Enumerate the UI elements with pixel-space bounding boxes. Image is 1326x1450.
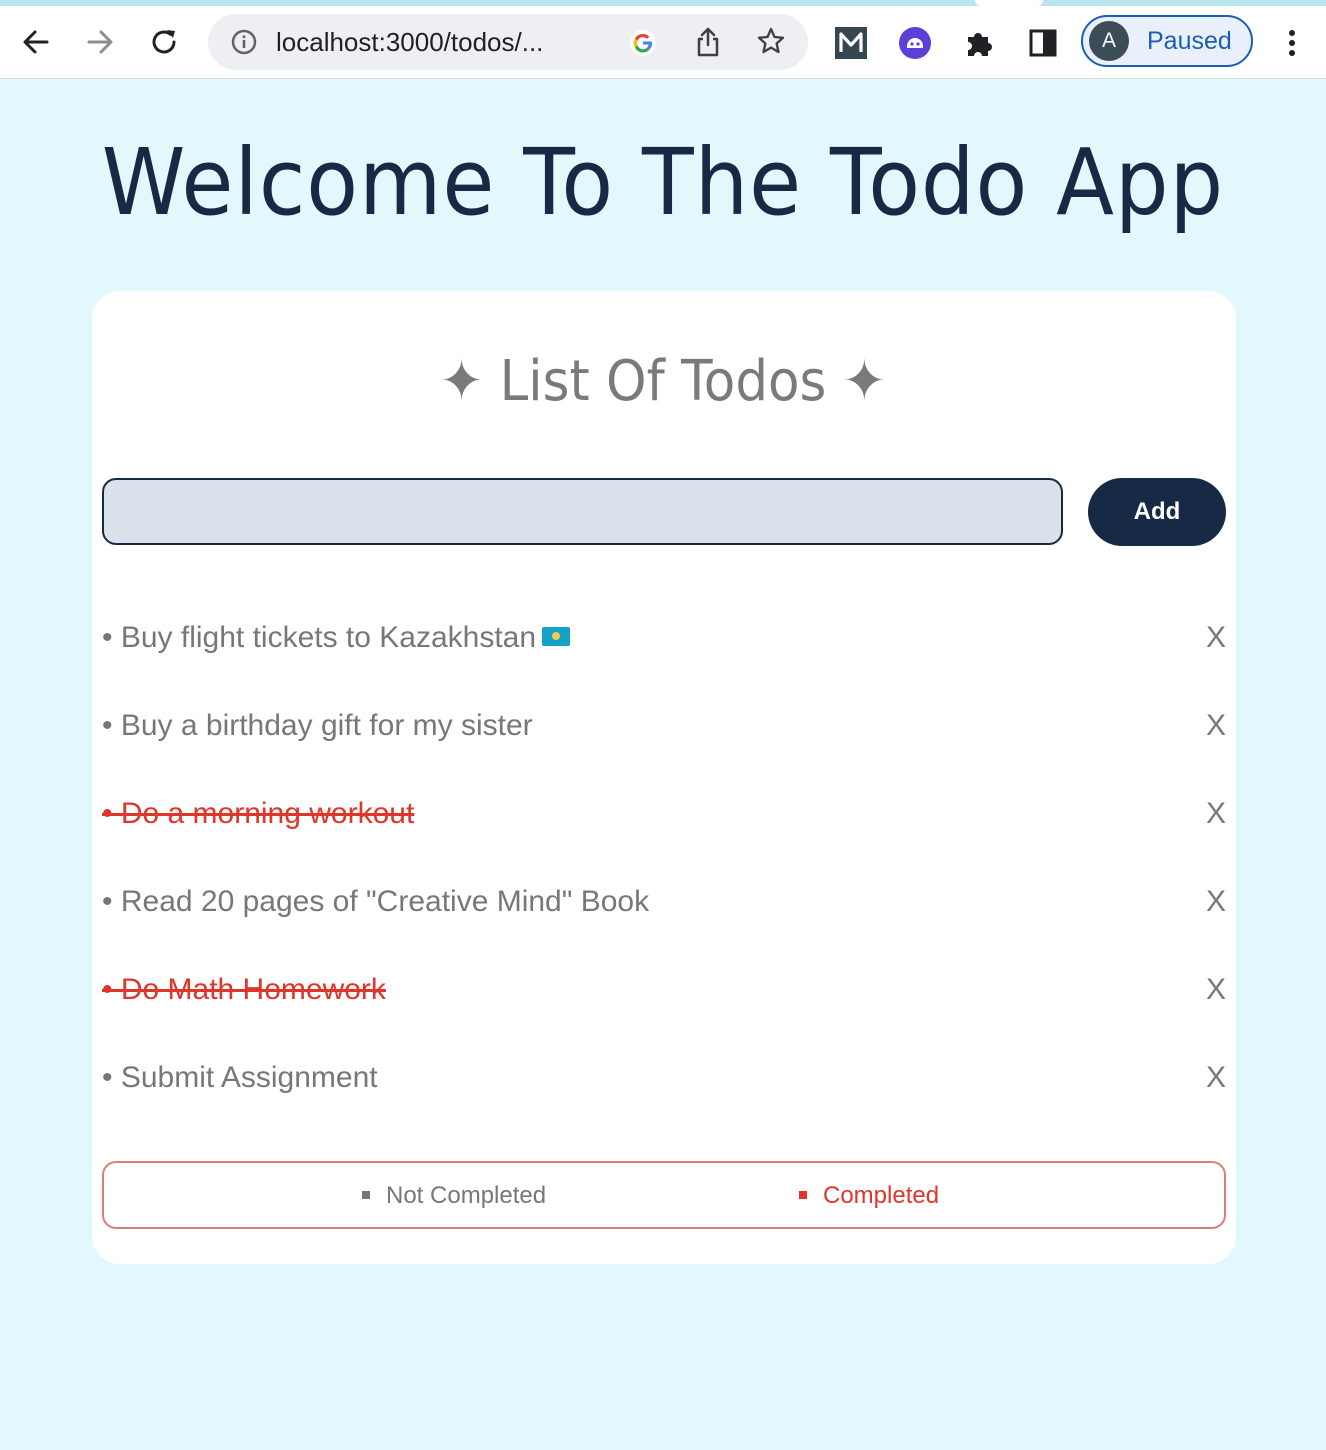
browser-toolbar: localhost:3000/todos/... A Paused — [0, 6, 1326, 79]
delete-button[interactable]: X — [1206, 960, 1226, 1020]
info-icon[interactable] — [230, 28, 258, 56]
square-bullet-icon — [362, 1190, 370, 1199]
profile-button[interactable]: A Paused — [1081, 15, 1253, 67]
todo-item: • Buy flight tickets to Kazakhstan X — [102, 608, 1226, 668]
todo-text[interactable]: • Buy flight tickets to Kazakhstan — [102, 608, 571, 668]
kazakhstan-flag-icon — [542, 626, 571, 646]
square-bullet-icon — [799, 1190, 807, 1199]
todo-item: • Buy a birthday gift for my sister X — [102, 696, 1226, 756]
more-menu-button[interactable] — [1278, 26, 1306, 60]
delete-button[interactable]: X — [1206, 608, 1226, 668]
todo-text[interactable]: • Buy a birthday gift for my sister — [102, 696, 533, 756]
list-title: ✦ List Of Todos ✦ — [440, 349, 886, 414]
forward-button[interactable] — [78, 20, 122, 64]
todo-text[interactable]: • Do a morning workout — [102, 784, 414, 844]
more-vertical-icon — [1289, 30, 1295, 56]
back-button[interactable] — [14, 20, 58, 64]
delete-button[interactable]: X — [1206, 1048, 1226, 1108]
reload-icon — [152, 30, 176, 54]
extensions-puzzle-icon[interactable] — [962, 26, 996, 60]
side-panel-icon[interactable] — [1026, 26, 1060, 60]
address-bar[interactable]: localhost:3000/todos/... — [208, 14, 808, 70]
todo-input[interactable] — [102, 478, 1063, 545]
todo-text[interactable]: • Do Math Homework — [102, 960, 386, 1020]
todo-card — [92, 291, 1236, 1264]
url-text[interactable]: localhost:3000/todos/... — [276, 27, 606, 58]
todo-item: • Submit Assignment X — [102, 1048, 1226, 1108]
add-button[interactable]: Add — [1088, 478, 1226, 546]
page-title: Welcome To The Todo App — [101, 129, 1225, 236]
todo-text[interactable]: • Read 20 pages of "Creative Mind" Book — [102, 872, 649, 932]
todo-item: • Read 20 pages of "Creative Mind" Book … — [102, 872, 1226, 932]
legend-not-completed: Not Completed — [362, 1181, 546, 1211]
google-icon[interactable] — [628, 28, 658, 58]
status-legend: Not Completed Completed — [102, 1161, 1226, 1229]
legend-completed: Completed — [799, 1181, 939, 1211]
todo-text[interactable]: • Submit Assignment — [102, 1048, 378, 1108]
delete-button[interactable]: X — [1206, 872, 1226, 932]
share-icon[interactable] — [694, 26, 722, 58]
reload-button[interactable] — [142, 20, 186, 64]
arrow-left-icon — [23, 30, 49, 54]
profile-status: Paused — [1147, 27, 1232, 55]
todo-item: • Do a morning workout X — [102, 784, 1226, 844]
arrow-right-icon — [87, 30, 113, 54]
extension-ghost-icon[interactable] — [898, 26, 932, 60]
extension-m-icon[interactable] — [834, 26, 868, 60]
delete-button[interactable]: X — [1206, 784, 1226, 844]
avatar: A — [1089, 21, 1129, 61]
delete-button[interactable]: X — [1206, 696, 1226, 756]
bookmark-star-icon[interactable] — [756, 26, 786, 56]
todo-item: • Do Math Homework X — [102, 960, 1226, 1020]
